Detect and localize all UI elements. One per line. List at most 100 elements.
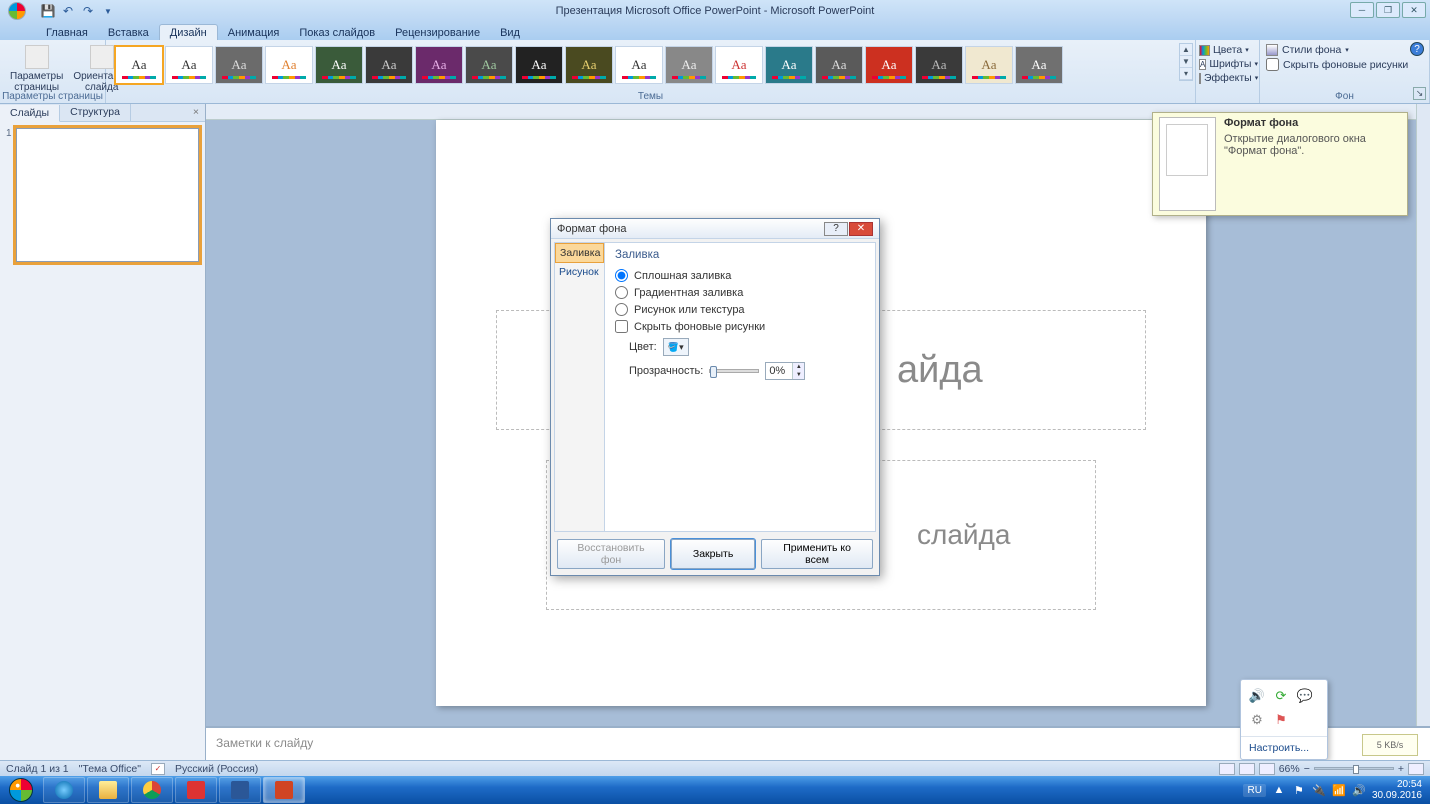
tray-language[interactable]: RU	[1243, 784, 1265, 797]
vertical-scrollbar[interactable]	[1416, 104, 1430, 760]
theme-thumb-2[interactable]: Aa	[215, 46, 263, 84]
redo-icon[interactable]: ↷	[80, 3, 96, 19]
color-dropdown[interactable]: 🪣▾	[663, 338, 689, 356]
maximize-button[interactable]: ❐	[1376, 2, 1400, 18]
taskbar-ie[interactable]	[43, 777, 85, 803]
slide-thumb-1[interactable]: 1	[6, 128, 199, 262]
taskbar-acrobat[interactable]	[175, 777, 217, 803]
zoom-knob[interactable]	[1353, 765, 1359, 774]
zoom-out[interactable]: −	[1304, 763, 1310, 775]
tray-flag-icon[interactable]: ⚑	[1273, 712, 1289, 728]
dialog-close-button[interactable]: ✕	[849, 222, 873, 236]
tab-insert[interactable]: Вставка	[98, 25, 159, 40]
theme-thumb-18[interactable]: Aa	[1015, 46, 1063, 84]
theme-thumb-6[interactable]: Aa	[415, 46, 463, 84]
tray-action-icon[interactable]: ⚑	[1292, 783, 1306, 797]
taskbar-explorer[interactable]	[87, 777, 129, 803]
theme-thumb-10[interactable]: Aa	[615, 46, 663, 84]
taskbar-powerpoint[interactable]	[263, 777, 305, 803]
ie-icon	[55, 781, 73, 799]
theme-effects-button[interactable]: Эффекты▾	[1199, 71, 1256, 85]
theme-thumb-3[interactable]: Aa	[265, 46, 313, 84]
spellcheck-icon[interactable]: ✓	[151, 763, 165, 775]
dialog-titlebar[interactable]: Формат фона ? ✕	[551, 219, 879, 239]
tab-view[interactable]: Вид	[490, 25, 530, 40]
tab-animation[interactable]: Анимация	[218, 25, 290, 40]
theme-thumb-7[interactable]: Aa	[465, 46, 513, 84]
background-dialog-launcher[interactable]: ↘	[1413, 87, 1426, 100]
btn-apply-all[interactable]: Применить ко всем	[761, 539, 873, 569]
theme-thumb-12[interactable]: Aa	[715, 46, 763, 84]
taskbar-word[interactable]	[219, 777, 261, 803]
theme-fonts-button[interactable]: AШрифты▾	[1199, 57, 1256, 71]
page-setup-button[interactable]: Параметры страницы	[6, 43, 67, 95]
tab-outline[interactable]: Структура	[60, 104, 131, 121]
start-button[interactable]	[0, 776, 42, 804]
zoom-in[interactable]: +	[1398, 763, 1404, 775]
opt-gradient-fill[interactable]: Градиентная заливка	[615, 284, 865, 301]
theme-scroll-up[interactable]: ▲	[1180, 44, 1192, 56]
theme-thumb-8[interactable]: Aa	[515, 46, 563, 84]
tray-clock[interactable]: 20:54 30.09.2016	[1372, 779, 1422, 801]
theme-thumb-14[interactable]: Aa	[815, 46, 863, 84]
btn-close[interactable]: Закрыть	[671, 539, 755, 569]
qat-more-icon[interactable]: ▼	[100, 3, 116, 19]
dlg-tab-picture[interactable]: Рисунок	[555, 263, 604, 281]
theme-thumb-0[interactable]: Aa	[115, 46, 163, 84]
network-speed-popup: 5 KB/s	[1362, 734, 1418, 756]
tray-sound-icon[interactable]: 🔊	[1352, 783, 1366, 797]
tray-customize-link[interactable]: Настроить...	[1241, 736, 1327, 759]
tray-chat-icon[interactable]: 💬	[1297, 688, 1313, 704]
hide-background-checkbox[interactable]: Скрыть фоновые рисунки	[1266, 57, 1423, 72]
theme-thumb-17[interactable]: Aa	[965, 46, 1013, 84]
theme-thumb-9[interactable]: Aa	[565, 46, 613, 84]
spin-up[interactable]: ▲	[793, 363, 804, 371]
tray-disk-icon[interactable]: ⚙	[1249, 712, 1265, 728]
status-language[interactable]: Русский (Россия)	[175, 763, 258, 775]
theme-thumb-11[interactable]: Aa	[665, 46, 713, 84]
theme-thumb-16[interactable]: Aa	[915, 46, 963, 84]
dlg-tab-fill[interactable]: Заливка	[555, 243, 604, 263]
tab-slideshow[interactable]: Показ слайдов	[289, 25, 385, 40]
slider-knob[interactable]	[710, 366, 717, 378]
tray-arrow-icon[interactable]: ▲	[1272, 783, 1286, 797]
tray-power-icon[interactable]: 🔌	[1312, 783, 1326, 797]
tab-slides[interactable]: Слайды	[0, 105, 60, 122]
view-sorter[interactable]	[1239, 763, 1255, 775]
theme-gallery-more[interactable]: ▾	[1180, 68, 1192, 80]
transparency-spinner[interactable]: 0% ▲▼	[765, 362, 805, 380]
office-button[interactable]	[0, 0, 34, 22]
theme-thumb-5[interactable]: Aa	[365, 46, 413, 84]
theme-thumb-1[interactable]: Aa	[165, 46, 213, 84]
view-normal[interactable]	[1219, 763, 1235, 775]
spin-down[interactable]: ▼	[793, 371, 804, 379]
theme-thumb-13[interactable]: Aa	[765, 46, 813, 84]
opt-picture-fill[interactable]: Рисунок или текстура	[615, 301, 865, 318]
theme-scroll-down[interactable]: ▼	[1180, 56, 1192, 68]
background-styles-button[interactable]: Стили фона▾	[1266, 43, 1423, 57]
view-slideshow[interactable]	[1259, 763, 1275, 775]
theme-colors-button[interactable]: Цвета▾	[1199, 43, 1256, 57]
fit-to-window[interactable]	[1408, 763, 1424, 775]
panel-close[interactable]: ×	[187, 104, 205, 121]
undo-icon[interactable]: ↶	[60, 3, 76, 19]
word-icon	[231, 781, 249, 799]
hide-bg-check[interactable]	[1266, 58, 1279, 71]
taskbar-chrome[interactable]	[131, 777, 173, 803]
opt-hide-bg[interactable]: Скрыть фоновые рисунки	[615, 318, 865, 335]
tray-network-icon[interactable]: 📶	[1332, 783, 1346, 797]
zoom-slider[interactable]	[1314, 767, 1394, 770]
dialog-help-button[interactable]: ?	[824, 222, 848, 236]
tab-review[interactable]: Рецензирование	[385, 25, 490, 40]
tray-update-icon[interactable]: ⟳	[1273, 688, 1289, 704]
theme-thumb-4[interactable]: Aa	[315, 46, 363, 84]
save-icon[interactable]: 💾	[40, 3, 56, 19]
close-button[interactable]: ✕	[1402, 2, 1426, 18]
theme-thumb-15[interactable]: Aa	[865, 46, 913, 84]
minimize-button[interactable]: ─	[1350, 2, 1374, 18]
tab-design[interactable]: Дизайн	[159, 24, 218, 40]
transparency-slider[interactable]	[709, 369, 759, 373]
tab-home[interactable]: Главная	[36, 25, 98, 40]
tray-volume-icon[interactable]: 🔊	[1249, 688, 1265, 704]
opt-solid-fill[interactable]: Сплошная заливка	[615, 267, 865, 284]
